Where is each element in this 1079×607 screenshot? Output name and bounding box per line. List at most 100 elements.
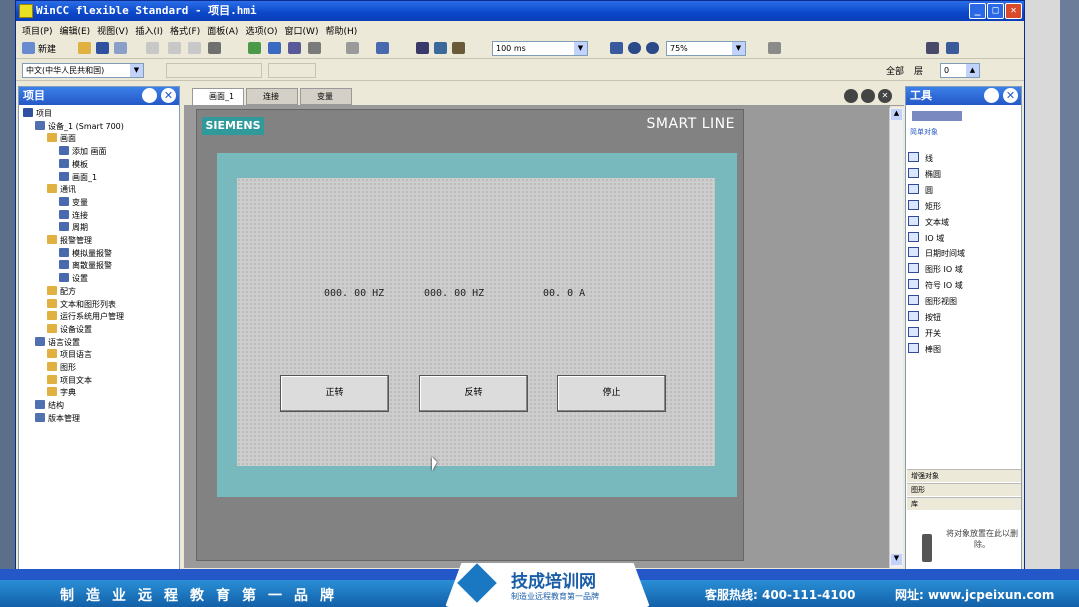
menu-window[interactable]: 窗口(W) bbox=[285, 21, 326, 38]
menu-edit[interactable]: 编辑(E) bbox=[59, 21, 97, 38]
undo-icon[interactable] bbox=[114, 42, 127, 54]
tag-icon[interactable] bbox=[452, 42, 465, 54]
graphics-heading[interactable]: 图形 bbox=[907, 483, 1021, 496]
tree-item[interactable]: 语言设置 bbox=[35, 336, 80, 349]
menu-insert[interactable]: 插入(I) bbox=[135, 21, 170, 38]
tree-item[interactable]: 版本管理 bbox=[35, 412, 80, 425]
cycle-select[interactable]: 100 ms ▼ bbox=[492, 41, 588, 56]
minimize-button[interactable]: _ bbox=[969, 3, 986, 19]
tree-item[interactable]: 报警管理 bbox=[47, 234, 92, 247]
paste-icon[interactable] bbox=[208, 42, 221, 54]
hmi-screen[interactable]: 000. 00 HZ 000. 00 HZ 00. 0 A 正转 反转 停止 bbox=[237, 178, 715, 471]
settings-icon[interactable] bbox=[926, 42, 939, 54]
tree-item[interactable]: 文本和图形列表 bbox=[47, 298, 116, 311]
zoom-fit-icon[interactable] bbox=[610, 42, 623, 54]
close-icon[interactable]: ✕ bbox=[161, 88, 176, 103]
io-field-current[interactable]: 00. 0 A bbox=[543, 288, 585, 299]
menu-faceplate[interactable]: 面板(A) bbox=[207, 21, 245, 38]
binoculars-icon[interactable] bbox=[416, 42, 429, 54]
tool-item[interactable]: 开关 bbox=[908, 326, 941, 342]
copy-icon[interactable] bbox=[188, 42, 201, 54]
tool-item[interactable]: 椭圆 bbox=[908, 167, 941, 183]
download-icon[interactable] bbox=[376, 42, 389, 54]
close-button[interactable]: ✕ bbox=[1005, 3, 1022, 19]
tool-item[interactable]: 圆 bbox=[908, 183, 933, 199]
help-icon[interactable] bbox=[946, 42, 959, 54]
close-icon[interactable]: ✕ bbox=[1003, 88, 1018, 103]
tool-item[interactable]: 矩形 bbox=[908, 199, 941, 215]
reverse-button[interactable]: 反转 bbox=[419, 375, 528, 412]
compile-icon[interactable] bbox=[268, 42, 281, 54]
tree-item[interactable]: 周期 bbox=[59, 221, 88, 234]
tree-item[interactable]: 变量 bbox=[59, 196, 88, 209]
tree-item[interactable]: 项目 bbox=[23, 107, 52, 120]
tree-item[interactable]: 画面 bbox=[47, 132, 76, 145]
tool-item[interactable]: 线 bbox=[908, 151, 933, 167]
enhanced-objects-heading[interactable]: 增强对象 bbox=[907, 469, 1021, 482]
tree-item[interactable]: 设置 bbox=[59, 272, 88, 285]
language-select[interactable]: 中文(中华人民共和国) ▼ bbox=[22, 63, 144, 78]
title-bar[interactable]: WinCC flexible Standard - 项目.hmi _ □ ✕ bbox=[16, 1, 1024, 21]
font-select[interactable] bbox=[166, 63, 262, 78]
stop-button[interactable]: 停止 bbox=[557, 375, 666, 412]
scroll-up-icon[interactable]: ▲ bbox=[891, 109, 902, 120]
tree-item[interactable]: 字典 bbox=[47, 386, 76, 399]
zoom-in-icon[interactable] bbox=[628, 42, 641, 54]
cut-icon[interactable] bbox=[168, 42, 181, 54]
tool-item[interactable]: 按钮 bbox=[908, 310, 941, 326]
library-heading[interactable]: 库 bbox=[907, 497, 1021, 510]
pin-icon[interactable] bbox=[142, 88, 157, 103]
tree-item[interactable]: 图形 bbox=[47, 361, 76, 374]
tree-item[interactable]: 项目语言 bbox=[47, 348, 92, 361]
tree-item[interactable]: 结构 bbox=[35, 399, 64, 412]
forward-button[interactable]: 正转 bbox=[280, 375, 389, 412]
tree-item[interactable]: 离散量报警 bbox=[59, 259, 112, 272]
io-field-frequency-2[interactable]: 000. 00 HZ bbox=[424, 288, 484, 299]
tab-next-icon[interactable] bbox=[861, 89, 875, 103]
tree-item[interactable]: 配方 bbox=[47, 285, 76, 298]
close-editor-icon[interactable]: ✕ bbox=[878, 89, 892, 103]
new-icon[interactable] bbox=[22, 42, 35, 54]
layer-stepper[interactable]: 0 ▲ bbox=[940, 63, 980, 78]
zoom-out-icon[interactable] bbox=[646, 42, 659, 54]
check-icon[interactable] bbox=[248, 42, 261, 54]
tree-item[interactable]: 添加 画面 bbox=[59, 145, 107, 158]
menu-help[interactable]: 帮助(H) bbox=[325, 21, 364, 38]
tree-item[interactable]: 通讯 bbox=[47, 183, 76, 196]
tab-screen-1[interactable]: 画面_1 bbox=[192, 88, 244, 105]
menu-view[interactable]: 视图(V) bbox=[97, 21, 135, 38]
io-field-frequency-1[interactable]: 000. 00 HZ bbox=[324, 288, 384, 299]
tree-item[interactable]: 设备设置 bbox=[47, 323, 92, 336]
simple-objects-heading[interactable]: 简单对象 bbox=[910, 127, 938, 137]
save-icon[interactable] bbox=[96, 42, 109, 54]
transfer-icon[interactable] bbox=[288, 42, 301, 54]
tree-item[interactable]: 设备_1 (Smart 700) bbox=[35, 120, 124, 133]
tool-item[interactable]: 图形视图 bbox=[908, 294, 957, 310]
menu-format[interactable]: 格式(F) bbox=[170, 21, 207, 38]
font-size-select[interactable] bbox=[268, 63, 316, 78]
tree-item[interactable]: 模拟量报警 bbox=[59, 247, 112, 260]
color-icon[interactable] bbox=[768, 42, 781, 54]
tab-connections[interactable]: 连接 bbox=[246, 88, 298, 105]
tool-item[interactable]: 棒图 bbox=[908, 342, 941, 358]
tree-item[interactable]: 项目文本 bbox=[47, 374, 92, 387]
tool-item[interactable]: 日期时间域 bbox=[908, 246, 965, 262]
open-icon[interactable] bbox=[78, 42, 91, 54]
tree-item[interactable]: 连接 bbox=[59, 209, 88, 222]
menu-project[interactable]: 项目(P) bbox=[22, 21, 59, 38]
tool-item[interactable]: 图形 IO 域 bbox=[908, 262, 963, 278]
tool-mode-icons[interactable] bbox=[912, 111, 962, 121]
tool-item[interactable]: 文本域 bbox=[908, 215, 949, 231]
runtime-icon[interactable] bbox=[308, 42, 321, 54]
tab-tags[interactable]: 变量 bbox=[300, 88, 352, 105]
editor-vertical-scrollbar[interactable]: ▲ ▼ bbox=[889, 108, 903, 568]
tool-item[interactable]: IO 域 bbox=[908, 231, 944, 247]
scroll-down-icon[interactable]: ▼ bbox=[891, 554, 902, 565]
tab-prev-icon[interactable] bbox=[844, 89, 858, 103]
zoom-select[interactable]: 75% ▼ bbox=[666, 41, 746, 56]
new-button[interactable]: 新建 bbox=[38, 42, 56, 55]
align-icon[interactable] bbox=[346, 42, 359, 54]
maximize-button[interactable]: □ bbox=[987, 3, 1004, 19]
swap-icon[interactable] bbox=[434, 42, 447, 54]
tree-item[interactable]: 模板 bbox=[59, 158, 88, 171]
